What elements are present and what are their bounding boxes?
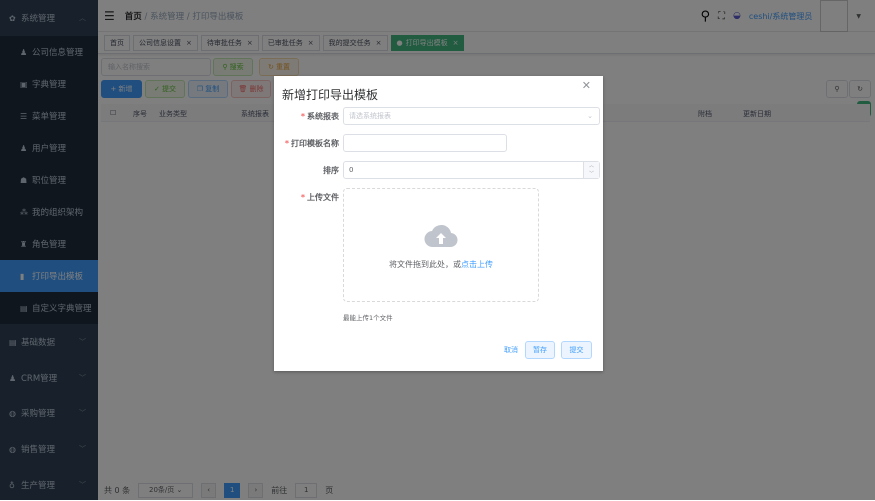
report-label: * 系统报表 <box>300 112 339 121</box>
add-template-dialog: 新增打印导出模板 ✕ * 系统报表 请选系统报表 ⌄ * 打印模板名称 排序 0 ︿ ﹀ … <box>274 76 603 371</box>
sort-stepper[interactable]: 0 ︿ ﹀ <box>343 161 600 179</box>
submit-dialog-button[interactable]: 提交 <box>561 341 592 359</box>
close-icon[interactable]: ✕ <box>582 79 591 92</box>
chevron-down-icon: ⌄ <box>587 112 593 120</box>
save-draft-button[interactable]: 暂存 <box>525 341 555 359</box>
upload-dropzone[interactable]: 将文件拖到此处，或点击上传 <box>343 188 539 302</box>
stepper-arrows[interactable]: ︿ ﹀ <box>583 162 599 178</box>
upload-label: * 上传文件 <box>300 193 339 202</box>
cloud-upload-icon <box>424 224 458 247</box>
report-select[interactable]: 请选系统报表 ⌄ <box>343 107 600 125</box>
upload-link[interactable]: 点击上传 <box>461 260 493 269</box>
sort-value: 0 <box>349 166 354 174</box>
dialog-title: 新增打印导出模板 <box>282 88 379 102</box>
upload-text: 将文件拖到此处，或 <box>389 259 461 269</box>
cancel-button[interactable]: 取消 <box>500 341 522 359</box>
report-placeholder: 请选系统报表 <box>349 112 391 120</box>
sort-label: 排序 <box>323 166 339 175</box>
template-name-input[interactable] <box>343 134 507 152</box>
template-name-label: * 打印模板名称 <box>284 139 339 148</box>
upload-tip: 最能上传1个文件 <box>343 314 393 322</box>
